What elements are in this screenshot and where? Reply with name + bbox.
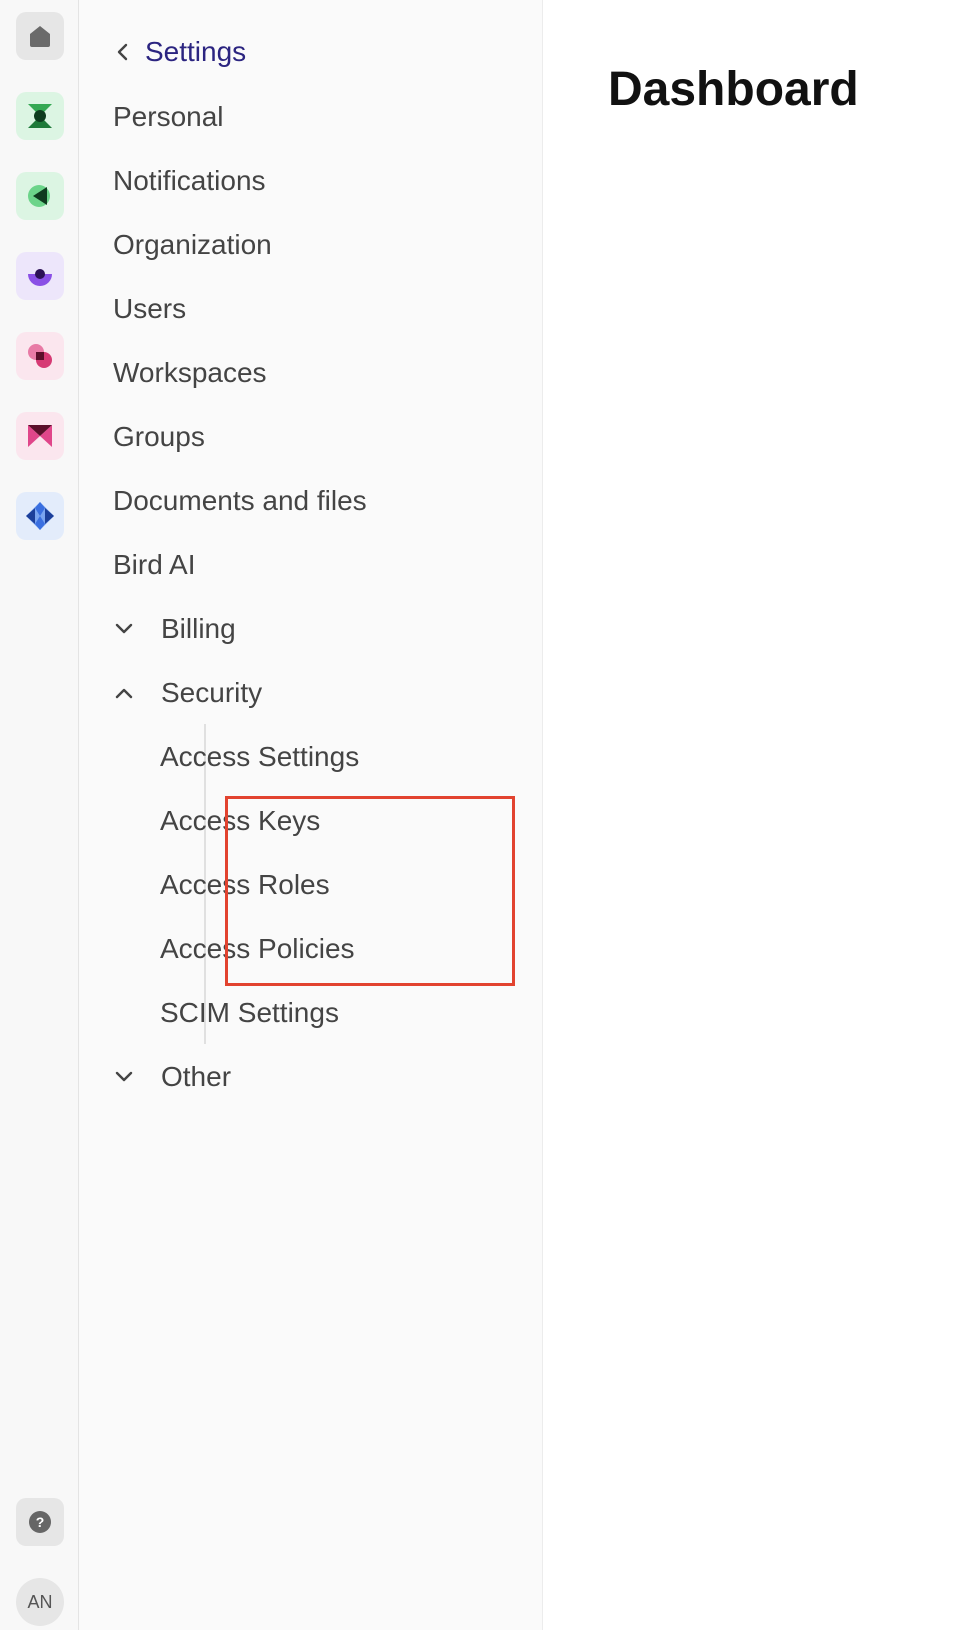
- automation-app-icon[interactable]: [16, 412, 64, 460]
- nav-item-access-policies[interactable]: Access Policies: [160, 927, 500, 971]
- app-window: ? AN Settings Personal Notifications Org…: [0, 0, 964, 1630]
- main-content: Dashboard: [544, 0, 964, 1630]
- nav-item-scim-settings[interactable]: SCIM Settings: [160, 991, 500, 1035]
- nav-item-groups[interactable]: Groups: [113, 415, 513, 459]
- nav-item-access-roles[interactable]: Access Roles: [160, 863, 500, 907]
- chevron-down-icon: [115, 1071, 133, 1082]
- chevron-down-icon: [115, 623, 133, 634]
- help-icon[interactable]: ?: [16, 1498, 64, 1546]
- nav-group-billing-label: Billing: [161, 613, 236, 644]
- home-icon[interactable]: [16, 12, 64, 60]
- back-to-settings-link[interactable]: Settings: [113, 32, 246, 72]
- nav-item-notifications[interactable]: Notifications: [113, 159, 513, 203]
- nav-group-billing[interactable]: Billing: [113, 607, 513, 651]
- settings-sidebar: Settings Personal Notifications Organiza…: [79, 0, 543, 1630]
- nav-group-security[interactable]: Security: [113, 671, 513, 715]
- contacts-app-icon[interactable]: [16, 92, 64, 140]
- avatar-initials: AN: [27, 1591, 53, 1612]
- page-title: Dashboard: [608, 63, 859, 116]
- nav-item-workspaces[interactable]: Workspaces: [113, 351, 513, 395]
- nav-item-organization[interactable]: Organization: [113, 223, 513, 267]
- chevron-up-icon: [115, 688, 133, 699]
- nav-group-other-label: Other: [161, 1061, 232, 1092]
- back-label: Settings: [145, 36, 247, 67]
- inbox-app-icon[interactable]: [16, 252, 64, 300]
- chevron-left-icon: [117, 43, 128, 61]
- avatar[interactable]: AN: [16, 1578, 64, 1626]
- nav-group-other[interactable]: Other: [113, 1055, 513, 1099]
- developer-app-icon[interactable]: [16, 492, 64, 540]
- nav-group-security-label: Security: [161, 677, 263, 708]
- app-rail: ? AN: [0, 0, 79, 1630]
- nav-item-bird-ai[interactable]: Bird AI: [113, 543, 513, 587]
- nav-item-users[interactable]: Users: [113, 287, 513, 331]
- nav-item-access-keys[interactable]: Access Keys: [160, 799, 500, 843]
- nav-item-documents-and-files[interactable]: Documents and files: [113, 479, 513, 523]
- marketing-app-icon[interactable]: [16, 332, 64, 380]
- nav-item-personal[interactable]: Personal: [113, 95, 513, 139]
- svg-text:?: ?: [36, 1514, 45, 1530]
- nav-item-access-settings[interactable]: Access Settings: [160, 735, 500, 779]
- channels-app-icon[interactable]: [16, 172, 64, 220]
